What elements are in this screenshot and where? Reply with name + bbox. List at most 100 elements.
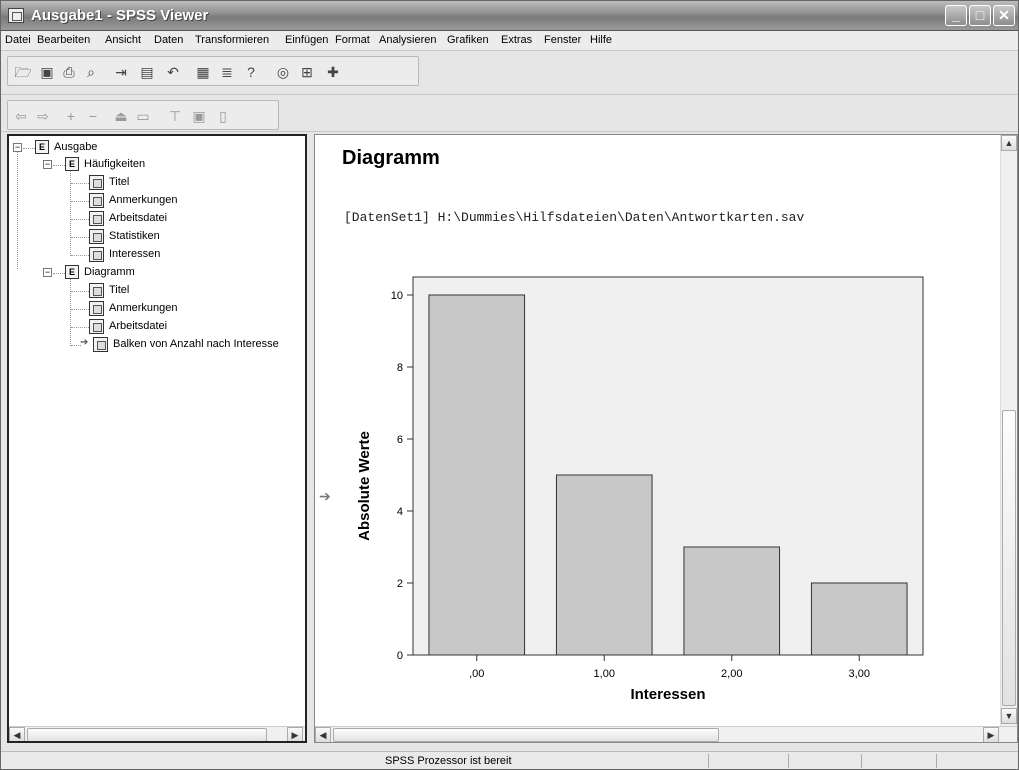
- menu-datei[interactable]: Datei: [5, 34, 31, 46]
- outline-hscrollbar[interactable]: ◀ ▶: [9, 726, 305, 741]
- x-tick-label: 1,00: [594, 668, 615, 680]
- expand-icon[interactable]: +: [62, 108, 80, 124]
- outline-node-balken[interactable]: ➔ Balken von Anzahl nach Interesse: [71, 337, 305, 353]
- y-tick-label: 6: [397, 434, 403, 446]
- menu-transformieren[interactable]: Transformieren: [195, 34, 269, 46]
- collapse-toggle-icon[interactable]: −: [43, 160, 52, 169]
- open-icon[interactable]: 🗁: [14, 64, 32, 80]
- y-tick-label: 8: [397, 362, 403, 374]
- outline-node-interessen[interactable]: Interessen: [71, 247, 301, 263]
- help-icon[interactable]: ?: [242, 64, 260, 80]
- menu-hilfe[interactable]: Hilfe: [590, 34, 612, 46]
- export-icon[interactable]: ⇥: [112, 64, 130, 80]
- add-icon[interactable]: ✚: [324, 64, 342, 80]
- table-page-icon: [89, 247, 104, 262]
- outline-node-label: Arbeitsdatei: [109, 212, 168, 224]
- outline-node-haeufigkeiten[interactable]: − E Häufigkeiten: [43, 157, 243, 173]
- content-pane[interactable]: Diagramm [DatenSet1] H:\Dummies\Hilfsdat…: [314, 134, 1018, 743]
- scroll-down-icon[interactable]: ▼: [1001, 708, 1017, 724]
- menu-format[interactable]: Format: [335, 34, 370, 46]
- save-icon[interactable]: ▣: [38, 64, 56, 80]
- outline-node-diagramm[interactable]: − E Diagramm: [43, 265, 243, 281]
- bar-chart[interactable]: 0 2 4 6 8 10 ,00 1,00 2,00 3,00 Interessen Absolute…: [351, 267, 931, 707]
- outline-node-label: Anmerkungen: [109, 302, 178, 314]
- scroll-thumb[interactable]: [27, 728, 267, 741]
- outline-node-titel[interactable]: Titel: [71, 283, 301, 299]
- menu-daten[interactable]: Daten: [154, 34, 183, 46]
- outline-node-titel[interactable]: Titel: [71, 175, 301, 191]
- status-divider: [788, 754, 789, 768]
- menu-einfuegen[interactable]: Einfügen: [285, 34, 328, 46]
- outline-pane[interactable]: − E Ausgabe − E Häufigkeiten Titel Anmer…: [7, 134, 307, 743]
- scroll-up-icon[interactable]: ▲: [1001, 135, 1017, 151]
- chart-icon[interactable]: ◎: [274, 64, 292, 80]
- bar-chart-icon: [93, 337, 108, 352]
- menu-grafiken[interactable]: Grafiken: [447, 34, 489, 46]
- show-icon[interactable]: ⏏: [112, 108, 130, 124]
- menu-ansicht[interactable]: Ansicht: [105, 34, 141, 46]
- insert-heading-icon[interactable]: ⊤: [166, 108, 184, 124]
- status-bar: SPSS Prozessor ist bereit: [1, 751, 1018, 769]
- undo-icon[interactable]: ↶: [164, 64, 182, 80]
- y-tick-label: 2: [397, 578, 403, 590]
- outline-node-label: Interessen: [109, 248, 161, 260]
- goto-data-icon[interactable]: ▤: [138, 64, 156, 80]
- bar: [428, 294, 526, 656]
- log-page-icon: [89, 319, 104, 334]
- scroll-thumb[interactable]: [1002, 410, 1016, 706]
- insert-case-icon[interactable]: ≣: [218, 64, 236, 80]
- maximize-button[interactable]: □: [969, 5, 991, 26]
- outline-node-arbeitsdatei[interactable]: Arbeitsdatei: [71, 319, 301, 335]
- menu-analysieren[interactable]: Analysieren: [379, 34, 436, 46]
- hide-icon[interactable]: ▭: [134, 108, 152, 124]
- bar: [683, 546, 781, 656]
- promote-icon[interactable]: ⇦: [12, 108, 30, 124]
- collapse-toggle-icon[interactable]: −: [13, 143, 22, 152]
- content-vscrollbar[interactable]: ▲ ▼: [1000, 135, 1017, 726]
- scroll-thumb[interactable]: [333, 728, 719, 742]
- outline-node-anmerkungen[interactable]: Anmerkungen: [71, 193, 301, 209]
- dataset-path: [DatenSet1] H:\Dummies\Hilfsdateien\Date…: [344, 210, 805, 225]
- insert-text-icon[interactable]: ▯: [214, 108, 232, 124]
- outline-node-label: Diagramm: [84, 266, 135, 278]
- menu-fenster[interactable]: Fenster: [544, 34, 581, 46]
- log-page-icon: [89, 211, 104, 226]
- standard-toolbar: 🗁 ▣ ⎙ ⌕ ⇥ ▤ ↶ ▦ ≣ ? ◎ ⊞ ✚: [1, 52, 1018, 95]
- pivot-icon[interactable]: ⊞: [298, 64, 316, 80]
- minimize-button[interactable]: _: [945, 5, 967, 26]
- tree-line: [23, 148, 35, 149]
- menu-extras[interactable]: Extras: [501, 34, 532, 46]
- y-tick-label: 0: [397, 650, 403, 662]
- status-message: SPSS Prozessor ist bereit: [385, 755, 512, 767]
- collapse-icon[interactable]: −: [84, 108, 102, 124]
- print-preview-icon[interactable]: ⌕: [82, 64, 100, 80]
- tree-line: [17, 152, 18, 269]
- x-tick-label: 3,00: [849, 668, 870, 680]
- scroll-right-icon[interactable]: ▶: [287, 727, 303, 741]
- book-icon: E: [35, 140, 49, 154]
- notes-page-icon: [89, 301, 104, 316]
- scroll-right-icon[interactable]: ▶: [983, 727, 999, 742]
- close-button[interactable]: ✕: [993, 5, 1015, 26]
- outline-node-anmerkungen[interactable]: Anmerkungen: [71, 301, 301, 317]
- outline-node-arbeitsdatei[interactable]: Arbeitsdatei: [71, 211, 301, 227]
- print-icon[interactable]: ⎙: [60, 64, 78, 80]
- insert-title-icon[interactable]: ▣: [190, 108, 208, 124]
- outline-node-ausgabe[interactable]: − E Ausgabe: [13, 140, 213, 156]
- scroll-left-icon[interactable]: ◀: [9, 727, 25, 741]
- demote-icon[interactable]: ⇨: [34, 108, 52, 124]
- menu-bar: Datei Bearbeiten Ansicht Daten Transform…: [1, 31, 1018, 51]
- scroll-left-icon[interactable]: ◀: [315, 727, 331, 742]
- content-heading: Diagramm: [342, 147, 440, 169]
- outline-node-label: Anmerkungen: [109, 194, 178, 206]
- collapse-toggle-icon[interactable]: −: [43, 268, 52, 277]
- title-bar: Ausgabe1 - SPSS Viewer _ □ ✕: [1, 1, 1018, 31]
- book-icon: E: [65, 157, 79, 171]
- tree-line: [71, 237, 89, 238]
- outline-node-label: Arbeitsdatei: [109, 320, 168, 332]
- content-hscrollbar[interactable]: ◀ ▶: [315, 726, 1017, 742]
- menu-bearbeiten[interactable]: Bearbeiten: [37, 34, 90, 46]
- x-tick-label: ,00: [469, 668, 484, 680]
- variables-icon[interactable]: ▦: [194, 64, 212, 80]
- outline-node-statistiken[interactable]: Statistiken: [71, 229, 301, 245]
